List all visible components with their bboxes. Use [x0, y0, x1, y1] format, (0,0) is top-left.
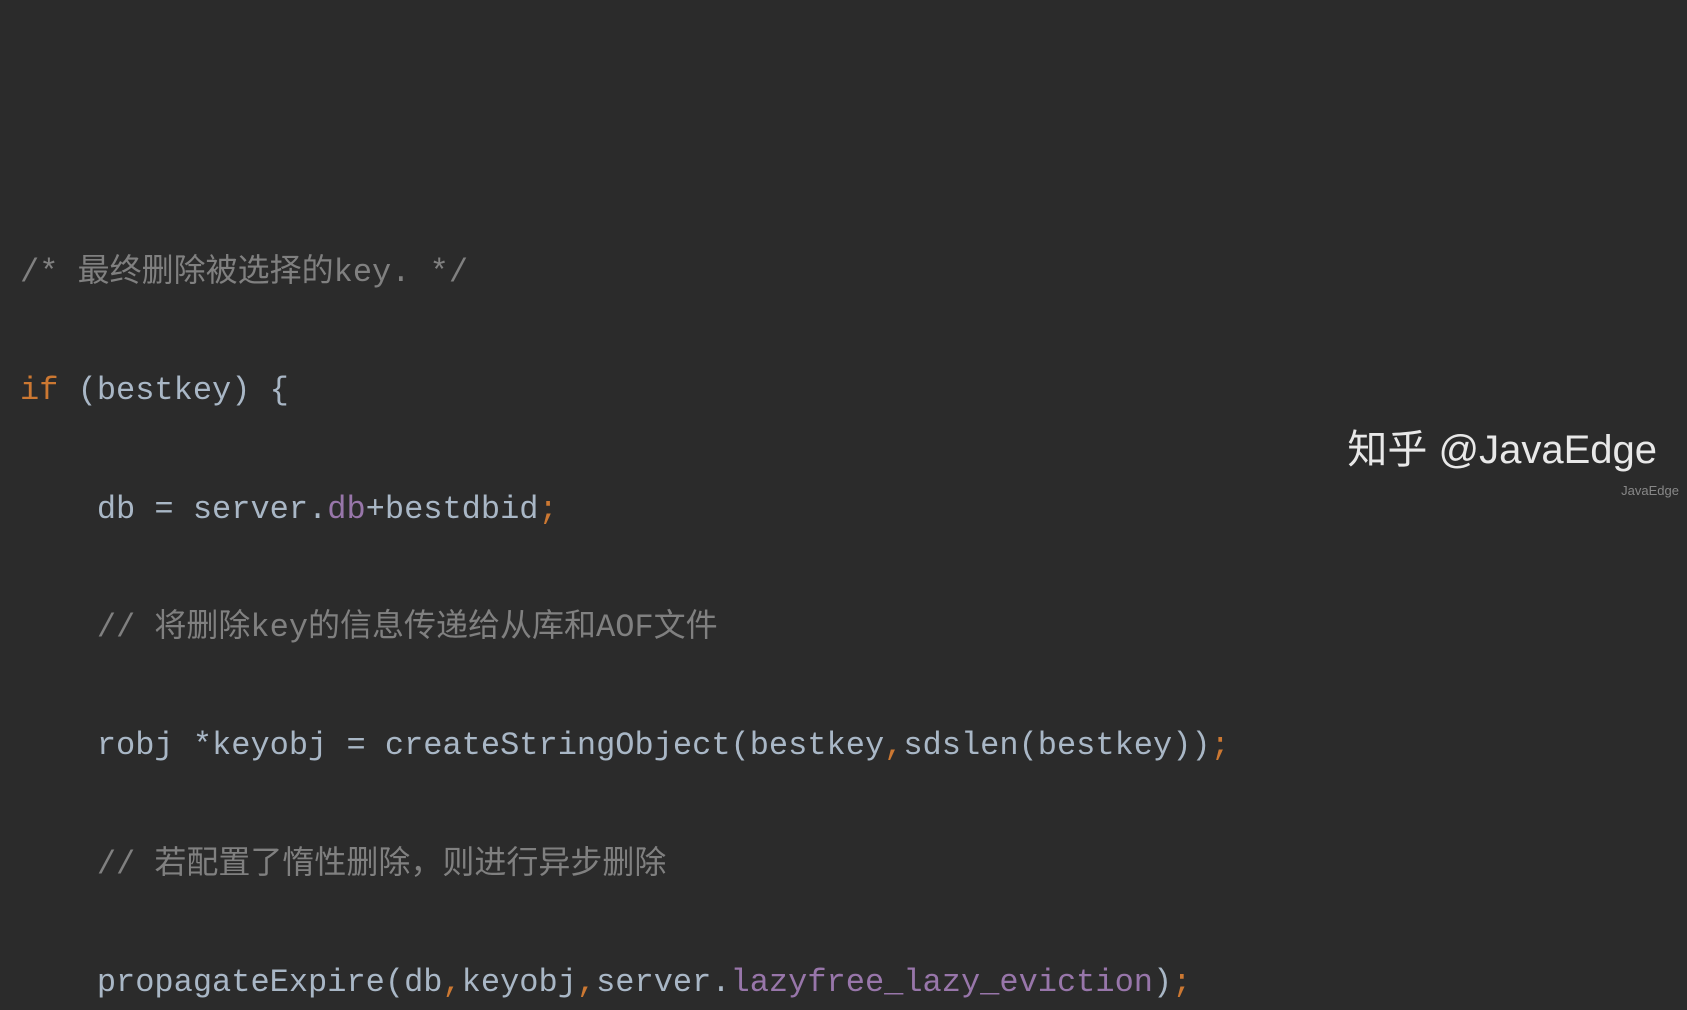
func-sdslen: sdslen: [903, 727, 1018, 764]
line-comment: // 将删除key的信息传递给从库和AOF文件: [97, 609, 718, 646]
brace-open: {: [270, 372, 289, 409]
paren-open: (: [1019, 727, 1038, 764]
code-line-6: // 若配置了惰性删除，则进行异步删除: [20, 835, 1667, 894]
identifier-server: server: [596, 964, 711, 1001]
identifier-keyobj: keyobj: [212, 727, 327, 764]
field-lazyfree: lazyfree_lazy_eviction: [731, 964, 1153, 1001]
dot-operator: .: [308, 491, 327, 528]
code-line-4: // 将删除key的信息传递给从库和AOF文件: [20, 598, 1667, 657]
func-createStringObject: createStringObject: [385, 727, 731, 764]
semicolon: ;: [538, 491, 557, 528]
indent: [20, 609, 97, 646]
indent: [20, 846, 97, 883]
dot-operator: .: [711, 964, 730, 1001]
line-comment: // 若配置了惰性删除，则进行异步删除: [97, 846, 667, 883]
code-line-3: db = server.db+bestdbid;: [20, 480, 1667, 539]
paren-open: (: [58, 372, 96, 409]
comma: ,: [442, 964, 461, 1001]
arg-bestkey: bestkey: [1038, 727, 1172, 764]
arg-bestkey: bestkey: [750, 727, 884, 764]
watermark-text: 知乎 @JavaEdge: [1347, 413, 1657, 487]
star-operator: *: [193, 727, 212, 764]
code-line-1: /* 最终删除被选择的key. */: [20, 243, 1667, 302]
semicolon: ;: [1211, 727, 1230, 764]
indent: [20, 491, 97, 528]
comma: ,: [884, 727, 903, 764]
assign-operator: =: [135, 491, 193, 528]
arg-keyobj: keyobj: [462, 964, 577, 1001]
paren-open: (: [731, 727, 750, 764]
code-line-7: propagateExpire(db,keyobj,server.lazyfre…: [20, 953, 1667, 1010]
identifier-bestkey: bestkey: [97, 372, 231, 409]
paren-close: ): [1191, 727, 1210, 764]
indent: [20, 964, 97, 1001]
paren-open: (: [385, 964, 404, 1001]
plus-operator: +: [366, 491, 385, 528]
identifier-server: server: [193, 491, 308, 528]
arg-db: db: [404, 964, 442, 1001]
paren-close: ): [1153, 964, 1172, 1001]
paren-close: ): [231, 372, 269, 409]
block-comment: /* 最终删除被选择的key. */: [20, 254, 468, 291]
identifier-db: db: [97, 491, 135, 528]
func-propagateExpire: propagateExpire: [97, 964, 385, 1001]
indent: [20, 727, 97, 764]
comma: ,: [577, 964, 596, 1001]
code-line-2: if (bestkey) {: [20, 361, 1667, 420]
assign-operator: =: [327, 727, 385, 764]
field-db: db: [327, 491, 365, 528]
code-line-5: robj *keyobj = createStringObject(bestke…: [20, 716, 1667, 775]
semicolon: ;: [1172, 964, 1191, 1001]
keyword-if: if: [20, 372, 58, 409]
type-robj: robj: [97, 727, 193, 764]
identifier-bestdbid: bestdbid: [385, 491, 539, 528]
paren-close: ): [1172, 727, 1191, 764]
